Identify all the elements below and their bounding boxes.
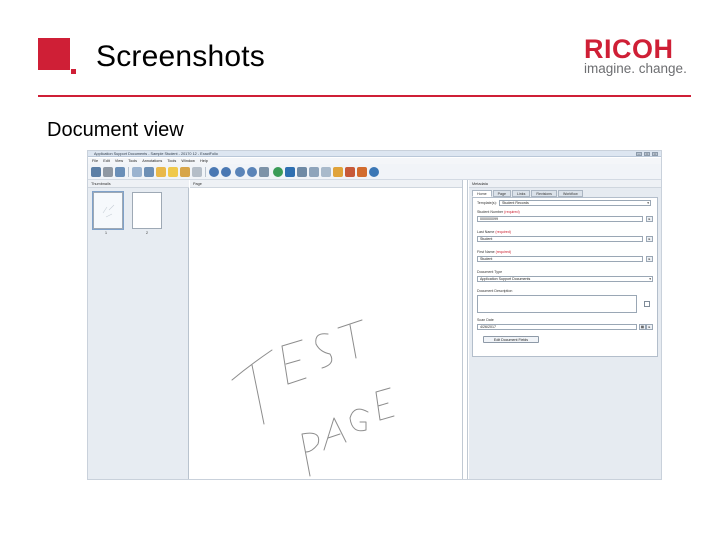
approve-icon[interactable] (285, 167, 295, 177)
first-name-label: First Name (required) (477, 250, 511, 254)
note-icon[interactable] (333, 167, 343, 177)
thumbnail-page-1[interactable] (92, 191, 124, 230)
logo-tagline: imagine. change. (584, 61, 687, 76)
prev-icon[interactable] (209, 167, 219, 177)
refresh-icon[interactable] (273, 167, 283, 177)
help-icon[interactable] (369, 167, 379, 177)
minimize-button[interactable]: – (636, 152, 642, 156)
page-view[interactable]: Page (190, 180, 462, 479)
thumbnails-header: Thumbnails (88, 180, 189, 188)
properties-pane: Metadata Home Page Links Revisions Workf… (469, 180, 661, 479)
required-tag: (required) (504, 210, 520, 214)
thumbnail-sketch (102, 204, 115, 218)
slide-subtitle: Document view (47, 119, 184, 141)
tab-revisions[interactable]: Revisions (531, 190, 557, 197)
template-select[interactable]: Student Records ▾ (499, 200, 651, 206)
thumbnails-title: Thumbnails (91, 182, 111, 186)
chevron-down-icon: ▾ (649, 277, 651, 281)
chevron-down-icon: ▾ (647, 201, 649, 205)
properties-tabs: Home Page Links Revisions Workflow (472, 190, 583, 197)
scan-icon[interactable] (115, 167, 125, 177)
zoom-in-icon[interactable] (235, 167, 245, 177)
document-type-value: Application Support Documents (480, 277, 531, 281)
fit-icon[interactable] (259, 167, 269, 177)
description-checkbox[interactable] (644, 301, 650, 307)
gear-icon[interactable] (345, 167, 355, 177)
window-controls: – □ × (636, 152, 658, 156)
brand-square-icon (38, 38, 70, 70)
app-window: Application Support Documents - Sample S… (87, 150, 662, 480)
edit-document-fields-button[interactable]: Edit Document Fields (483, 336, 539, 343)
print-icon[interactable] (103, 167, 113, 177)
field-label-text: First Name (477, 250, 495, 254)
tools-icon[interactable] (357, 167, 367, 177)
save-icon[interactable] (91, 167, 101, 177)
slide-title: Screenshots (96, 40, 265, 73)
calendar-icon[interactable]: ▦ (639, 324, 646, 330)
maximize-button[interactable]: □ (644, 152, 650, 156)
last-name-field[interactable]: Student (477, 236, 643, 242)
toolbar-separator (205, 167, 206, 177)
edit-icon[interactable] (132, 167, 142, 177)
toolbar-separator (128, 167, 129, 177)
date-field[interactable]: 4/26/2017 (477, 324, 637, 330)
list-icon[interactable] (309, 167, 319, 177)
required-tag: (required) (495, 230, 511, 234)
lookup-button[interactable]: ▸ (646, 256, 653, 262)
brand-dot-icon (71, 69, 76, 74)
student-number-field[interactable]: 000000099 (477, 216, 643, 222)
thumbnails-pane: Thumbnails 1 2 (88, 180, 189, 479)
tab-workflow[interactable]: Workflow (557, 190, 583, 197)
description-textarea[interactable] (477, 295, 637, 313)
stack-icon[interactable] (321, 167, 331, 177)
first-name-field[interactable]: Student (477, 256, 643, 262)
pane-splitter[interactable] (462, 180, 468, 479)
field-label-text: Student Number (477, 210, 504, 214)
lookup-button[interactable]: ▸ (646, 236, 653, 242)
thumbnail-number: 2 (146, 231, 148, 235)
window-title: Application Support Documents - Sample S… (94, 152, 218, 156)
field-label-text: Last Name (477, 230, 495, 234)
properties-title: Metadata (472, 182, 488, 186)
thumbnail-number: 1 (105, 231, 107, 235)
window-titlebar: Application Support Documents - Sample S… (88, 151, 661, 157)
properties-header: Metadata (469, 180, 661, 188)
zoom-out-icon[interactable] (247, 167, 257, 177)
image-icon[interactable] (297, 167, 307, 177)
required-tag: (required) (495, 250, 512, 254)
tab-links[interactable]: Links (512, 190, 531, 197)
tab-home[interactable]: Home (472, 190, 492, 197)
toolbar (88, 164, 661, 180)
thumbnail-page-2[interactable] (132, 192, 162, 229)
template-label: Template(s): (477, 201, 497, 205)
stamp-icon[interactable] (192, 167, 202, 177)
last-name-label: Last Name (required) (477, 230, 511, 234)
highlighter-icon[interactable] (168, 167, 178, 177)
template-value: Student Records (502, 201, 529, 205)
pen-icon[interactable] (156, 167, 166, 177)
lookup-button[interactable]: ▸ (646, 216, 653, 222)
lookup-button[interactable]: ▸ (646, 324, 653, 330)
title-divider (38, 95, 691, 97)
tab-page[interactable]: Page (492, 190, 511, 197)
student-number-label: Student Number (required) (477, 210, 520, 214)
description-label: Document Description (477, 289, 513, 293)
next-icon[interactable] (221, 167, 231, 177)
close-button[interactable]: × (652, 152, 658, 156)
document-type-label: Document Type (477, 270, 503, 274)
handwritten-page (231, 319, 395, 477)
document-type-select[interactable]: Application Support Documents ▾ (477, 276, 653, 282)
folder-icon[interactable] (144, 167, 154, 177)
page-icon[interactable] (180, 167, 190, 177)
date-label: Scan Date (477, 318, 494, 322)
metadata-form: Template(s): Student Records ▾ Student N… (472, 197, 658, 357)
